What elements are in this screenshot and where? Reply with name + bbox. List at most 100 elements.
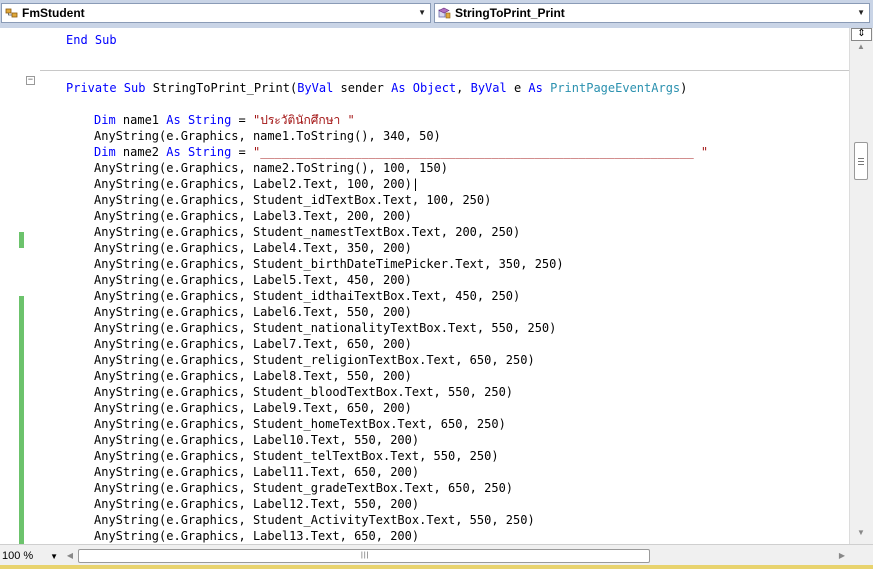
code-token: AnyString(e.Graphics, Label8.Text, 550, … — [94, 369, 412, 383]
change-marker — [19, 232, 24, 248]
code-line[interactable]: AnyString(e.Graphics, name2.ToString(), … — [94, 160, 448, 176]
code-token: AnyString(e.Graphics, Label4.Text, 350, … — [94, 241, 412, 255]
code-line[interactable]: Private Sub StringToPrint_Print(ByVal se… — [66, 80, 687, 96]
code-token: AnyString(e.Graphics, Label3.Text, 200, … — [94, 209, 412, 223]
code-line[interactable]: AnyString(e.Graphics, Student_birthDateT… — [94, 256, 564, 272]
code-token: AnyString(e.Graphics, Student_bloodTextB… — [94, 385, 514, 399]
code-editor[interactable]: − End Sub Private Sub StringToPrint_Print… — [0, 28, 849, 544]
change-marker — [19, 296, 24, 544]
code-token: AnyString(e.Graphics, Label5.Text, 450, … — [94, 273, 412, 287]
code-line[interactable]: Dim name1 As String = "ประวัตินักศึกษา " — [94, 112, 355, 128]
code-token: AnyString(e.Graphics, Label10.Text, 550,… — [94, 433, 420, 447]
code-token: AnyString(e.Graphics, Student_homeTextBo… — [94, 417, 506, 431]
code-token: As Object — [391, 81, 457, 95]
navigation-bar: FmStudent ▼ StringToPrint_Print ▼ — [0, 0, 873, 29]
zoom-level: 100 % — [2, 550, 34, 562]
code-token: AnyString(e.Graphics, Student_idthaiText… — [94, 289, 521, 303]
vertical-scrollbar[interactable]: ⇕ ▲ ▼ — [849, 28, 873, 544]
code-token: AnyString(e.Graphics, Student_birthDateT… — [94, 257, 564, 271]
code-line[interactable]: Dim name2 As String = "_________________… — [94, 144, 708, 160]
code-token: = — [231, 145, 253, 159]
method-dropdown-label: StringToPrint_Print — [455, 6, 565, 20]
code-token: AnyString(e.Graphics, name1.ToString(), … — [94, 129, 441, 143]
code-line[interactable]: AnyString(e.Graphics, Label3.Text, 200, … — [94, 208, 412, 224]
code-token: AnyString(e.Graphics, Student_gradeTextB… — [94, 481, 514, 495]
code-line[interactable]: AnyString(e.Graphics, Label8.Text, 550, … — [94, 368, 412, 384]
code-token: AnyString(e.Graphics, Label13.Text, 650,… — [94, 529, 420, 543]
method-icon — [438, 7, 451, 19]
code-line[interactable]: AnyString(e.Graphics, Student_ActivityTe… — [94, 512, 535, 528]
vertical-scroll-thumb[interactable] — [854, 142, 868, 180]
code-line[interactable]: AnyString(e.Graphics, Label2.Text, 100, … — [94, 176, 419, 192]
code-token: ByVal — [297, 81, 334, 95]
scroll-left-arrow-icon[interactable]: ◀ — [64, 548, 76, 564]
method-dropdown[interactable]: StringToPrint_Print ▼ — [434, 3, 870, 23]
code-line[interactable]: AnyString(e.Graphics, Label4.Text, 350, … — [94, 240, 412, 256]
code-token: AnyString(e.Graphics, Label6.Text, 550, … — [94, 305, 412, 319]
chevron-down-icon: ▼ — [857, 8, 865, 17]
procedure-separator — [40, 70, 849, 71]
code-token: AnyString(e.Graphics, Student_namestText… — [94, 225, 521, 239]
chevron-down-icon: ▼ — [50, 552, 58, 561]
code-token: As String — [166, 113, 232, 127]
code-token: AnyString(e.Graphics, Label2.Text, 100, … — [94, 177, 420, 191]
code-line[interactable]: AnyString(e.Graphics, Student_telTextBox… — [94, 448, 499, 464]
class-dropdown-label: FmStudent — [22, 6, 85, 20]
code-token: Private Sub — [66, 81, 146, 95]
code-token: sender — [333, 81, 392, 95]
code-token: AnyString(e.Graphics, Label9.Text, 650, … — [94, 401, 412, 415]
code-line[interactable]: AnyString(e.Graphics, name1.ToString(), … — [94, 128, 441, 144]
code-line[interactable]: End Sub — [66, 32, 117, 48]
code-token: , — [456, 81, 471, 95]
code-line[interactable]: AnyString(e.Graphics, Student_gradeTextB… — [94, 480, 513, 496]
code-line[interactable]: AnyString(e.Graphics, Label11.Text, 650,… — [94, 464, 419, 480]
split-handle-icon[interactable]: ⇕ — [851, 28, 872, 41]
class-dropdown[interactable]: FmStudent ▼ — [1, 3, 431, 23]
code-token: ByVal — [470, 81, 507, 95]
window-bottom-border — [0, 565, 873, 569]
horizontal-scroll-thumb[interactable]: ||| — [78, 549, 650, 563]
zoom-dropdown[interactable]: 100 % ▼ — [2, 548, 60, 565]
class-icon — [5, 8, 18, 18]
collapse-toggle-icon[interactable]: − — [26, 76, 35, 85]
code-token: name1 — [115, 113, 167, 127]
code-line[interactable]: AnyString(e.Graphics, Label9.Text, 650, … — [94, 400, 412, 416]
code-line[interactable]: AnyString(e.Graphics, Label7.Text, 650, … — [94, 336, 412, 352]
code-token: AnyString(e.Graphics, Student_telTextBox… — [94, 449, 499, 463]
code-token: PrintPageEventArgs — [550, 81, 681, 95]
code-token: End Sub — [66, 33, 117, 47]
code-line[interactable]: AnyString(e.Graphics, Student_bloodTextB… — [94, 384, 513, 400]
code-token: As — [528, 81, 543, 95]
scroll-down-arrow-icon[interactable]: ▼ — [850, 528, 872, 542]
code-token: AnyString(e.Graphics, Student_ActivityTe… — [94, 513, 535, 527]
grip-icon: ||| — [361, 552, 370, 559]
code-line[interactable]: AnyString(e.Graphics, Label12.Text, 550,… — [94, 496, 419, 512]
code-line[interactable]: AnyString(e.Graphics, Label5.Text, 450, … — [94, 272, 412, 288]
scroll-up-arrow-icon[interactable]: ▲ — [850, 42, 872, 56]
code-token: Dim — [94, 113, 116, 127]
code-line[interactable]: AnyString(e.Graphics, Student_homeTextBo… — [94, 416, 506, 432]
code-line[interactable]: AnyString(e.Graphics, Label13.Text, 650,… — [94, 528, 419, 544]
code-token: "_______________________________________… — [252, 145, 709, 159]
code-token: AnyString(e.Graphics, Label12.Text, 550,… — [94, 497, 420, 511]
code-token: "ประวัตินักศึกษา " — [252, 113, 355, 127]
code-token: AnyString(e.Graphics, Student_nationalit… — [94, 321, 557, 335]
code-token: name2 — [115, 145, 167, 159]
code-token: ) — [680, 81, 688, 95]
code-token: StringToPrint_Print( — [145, 81, 298, 95]
code-line[interactable]: AnyString(e.Graphics, Label10.Text, 550,… — [94, 432, 419, 448]
code-token: Dim — [94, 145, 116, 159]
code-token: AnyString(e.Graphics, Label7.Text, 650, … — [94, 337, 412, 351]
code-line[interactable]: AnyString(e.Graphics, Label6.Text, 550, … — [94, 304, 412, 320]
code-line[interactable]: AnyString(e.Graphics, Student_namestText… — [94, 224, 520, 240]
code-line[interactable]: AnyString(e.Graphics, Student_idthaiText… — [94, 288, 520, 304]
code-line[interactable]: AnyString(e.Graphics, Student_nationalit… — [94, 320, 556, 336]
code-token: AnyString(e.Graphics, Student_religionTe… — [94, 353, 535, 367]
code-token: As String — [166, 145, 232, 159]
chevron-down-icon: ▼ — [418, 8, 426, 17]
scroll-right-arrow-icon[interactable]: ▶ — [836, 548, 848, 564]
code-line[interactable]: AnyString(e.Graphics, Student_religionTe… — [94, 352, 535, 368]
code-token: AnyString(e.Graphics, Label11.Text, 650,… — [94, 465, 420, 479]
code-line[interactable]: AnyString(e.Graphics, Student_idTextBox.… — [94, 192, 491, 208]
code-token: = — [231, 113, 253, 127]
